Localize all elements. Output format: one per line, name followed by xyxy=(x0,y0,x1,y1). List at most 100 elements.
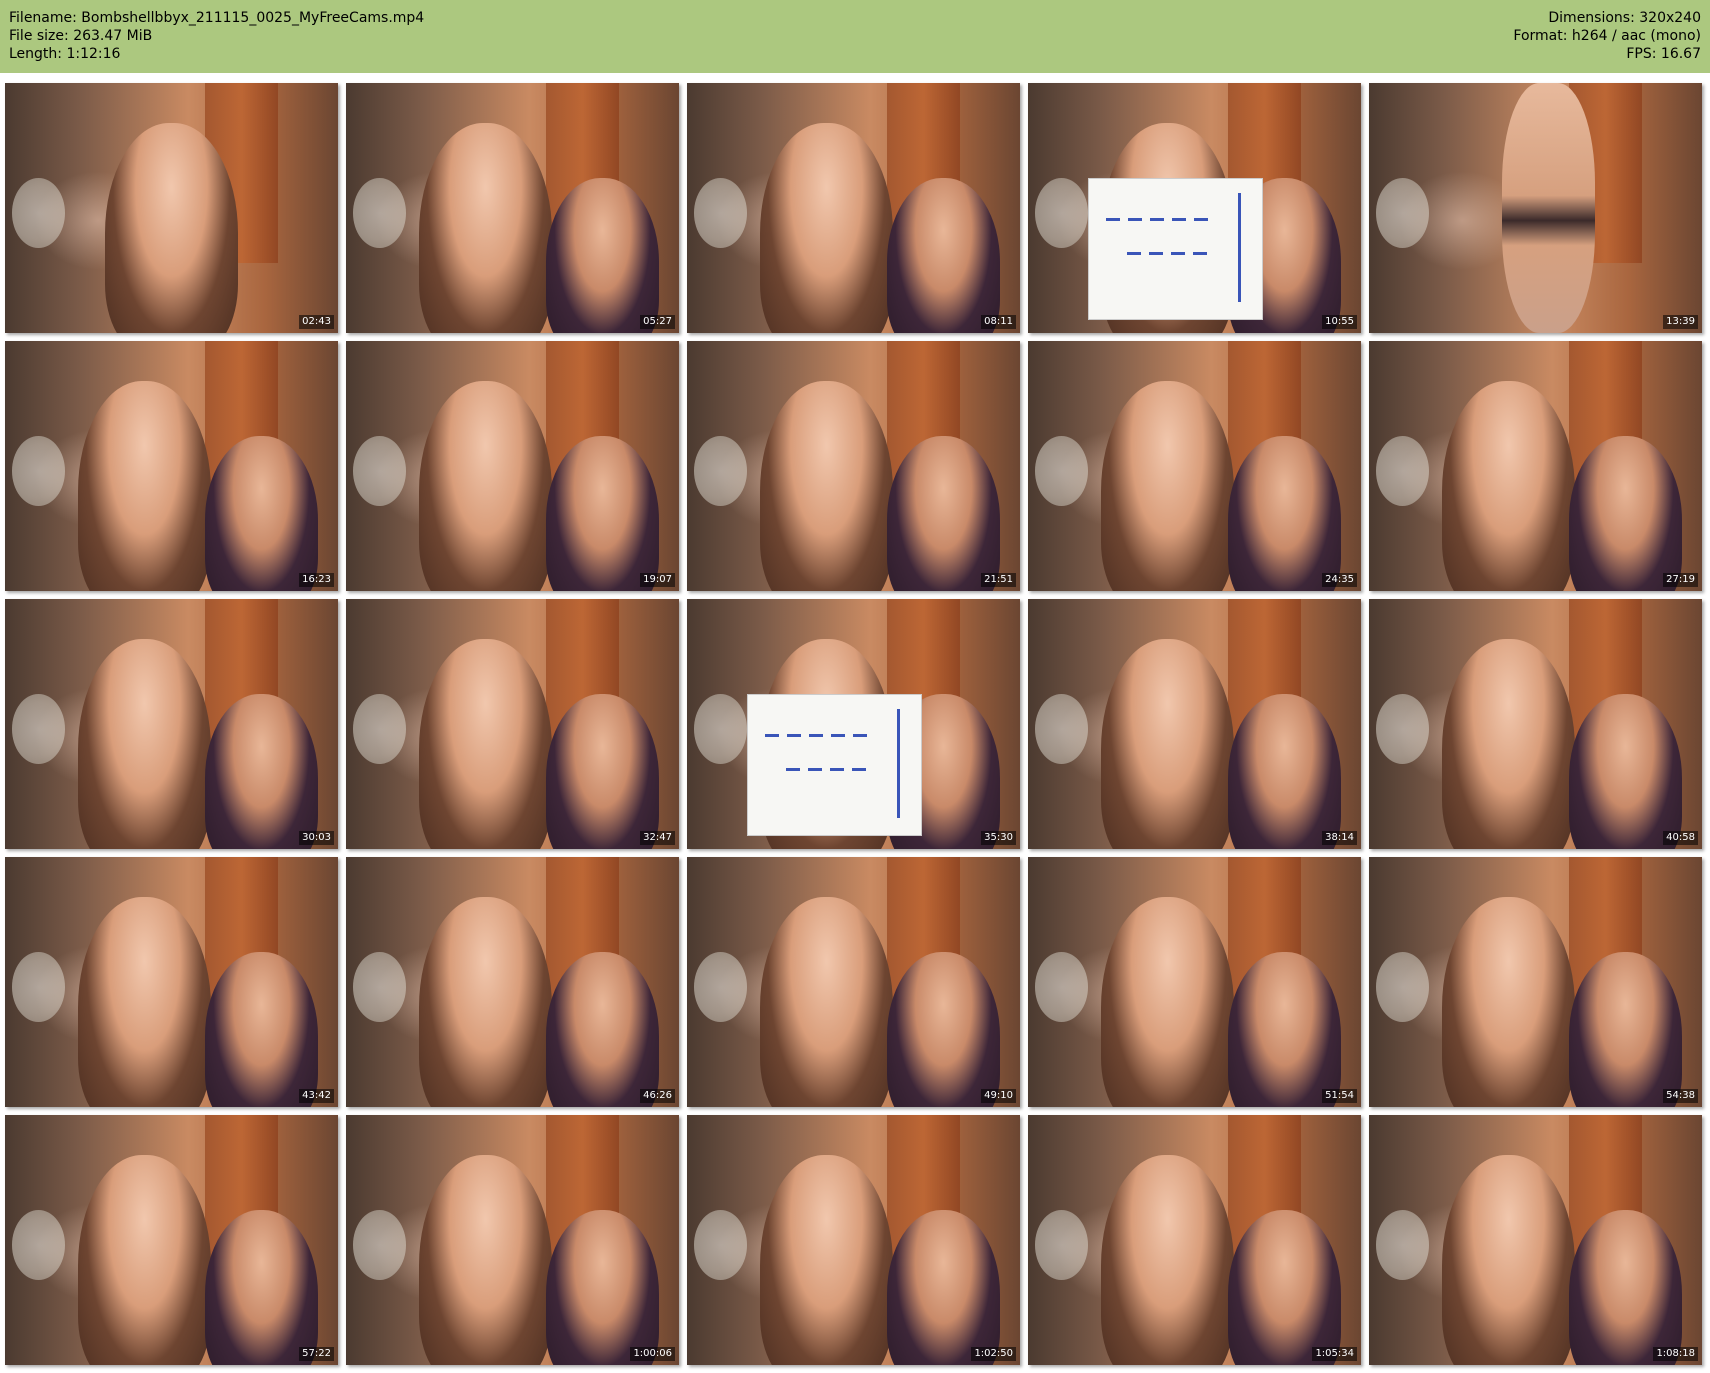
thumbnail-image xyxy=(346,1115,679,1365)
video-thumbnail[interactable]: 05:27 xyxy=(346,83,679,333)
file-info: Filename: Bombshellbbyx_211115_0025_MyFr… xyxy=(9,9,424,63)
person-figure xyxy=(760,897,894,1107)
thumbnail-image xyxy=(5,83,338,333)
thumbnail-timestamp: 51:54 xyxy=(1322,1089,1357,1103)
format-text: Format: h264 / aac (mono) xyxy=(1513,28,1701,44)
length-text: Length: 1:12:16 xyxy=(9,46,121,62)
video-thumbnail[interactable]: 51:54 xyxy=(1028,857,1361,1107)
video-thumbnail[interactable]: 43:42 xyxy=(5,857,338,1107)
video-thumbnail[interactable]: 24:35 xyxy=(1028,341,1361,591)
thumbnail-image xyxy=(1028,341,1361,591)
video-thumbnail[interactable]: 13:39 xyxy=(1369,83,1702,333)
person-figure xyxy=(204,436,319,591)
thumbnail-image xyxy=(687,599,1020,849)
person-figure xyxy=(1568,436,1683,591)
video-thumbnail[interactable]: 32:47 xyxy=(346,599,679,849)
background-fan xyxy=(693,178,747,248)
hangman-sign xyxy=(1087,178,1264,320)
person-figure xyxy=(204,952,319,1107)
thumbnail-image xyxy=(346,599,679,849)
background-fan xyxy=(11,178,65,248)
person-figure xyxy=(419,639,553,849)
video-thumbnail[interactable]: 19:07 xyxy=(346,341,679,591)
background-fan xyxy=(11,436,65,506)
thumbnail-timestamp: 19:07 xyxy=(640,573,675,587)
filename-text: Filename: Bombshellbbyx_211115_0025_MyFr… xyxy=(9,10,425,26)
person-figure xyxy=(104,123,239,333)
video-thumbnail[interactable]: 10:55 xyxy=(1028,83,1361,333)
background-fan xyxy=(1375,178,1429,248)
thumbnail-image xyxy=(687,341,1020,591)
hangman-sign xyxy=(746,694,923,836)
video-thumbnail[interactable]: 16:23 xyxy=(5,341,338,591)
background-fan xyxy=(1034,952,1088,1022)
thumbnail-image xyxy=(1369,1115,1702,1365)
background-fan xyxy=(1034,1210,1088,1280)
thumbnail-timestamp: 32:47 xyxy=(640,831,675,845)
person-figure xyxy=(886,436,1001,591)
background-fan xyxy=(693,694,747,764)
person-figure xyxy=(886,952,1001,1107)
person-figure xyxy=(545,178,660,333)
thumbnail-timestamp: 05:27 xyxy=(640,315,675,329)
sign-dashes xyxy=(1127,251,1211,255)
thumbnail-timestamp: 24:35 xyxy=(1322,573,1357,587)
video-thumbnail[interactable]: 30:03 xyxy=(5,599,338,849)
person-figure xyxy=(78,897,212,1107)
person-figure xyxy=(1442,639,1576,849)
video-thumbnail[interactable]: 38:14 xyxy=(1028,599,1361,849)
person-figure xyxy=(78,639,212,849)
video-thumbnail[interactable]: 35:30 xyxy=(687,599,1020,849)
thumbnail-image xyxy=(1028,1115,1361,1365)
video-thumbnail[interactable]: 1:05:34 xyxy=(1028,1115,1361,1365)
video-thumbnail[interactable]: 46:26 xyxy=(346,857,679,1107)
thumbnail-image xyxy=(346,341,679,591)
thumbnail-image xyxy=(1369,83,1702,333)
background-fan xyxy=(1034,178,1088,248)
video-thumbnail[interactable]: 02:43 xyxy=(5,83,338,333)
person-figure xyxy=(760,123,894,333)
video-thumbnail[interactable]: 08:11 xyxy=(687,83,1020,333)
video-thumbnail[interactable]: 1:08:18 xyxy=(1369,1115,1702,1365)
person-figure xyxy=(760,1155,894,1365)
video-thumbnail[interactable]: 1:00:06 xyxy=(346,1115,679,1365)
person-figure xyxy=(1568,694,1683,849)
person-figure xyxy=(545,694,660,849)
background-fan xyxy=(1034,436,1088,506)
person-figure xyxy=(886,1210,1001,1365)
video-thumbnail[interactable]: 49:10 xyxy=(687,857,1020,1107)
person-figure xyxy=(419,123,553,333)
video-thumbnail[interactable]: 1:02:50 xyxy=(687,1115,1020,1365)
person-figure xyxy=(1568,952,1683,1107)
sign-dashes xyxy=(765,734,873,738)
video-thumbnail[interactable]: 40:58 xyxy=(1369,599,1702,849)
thumbnail-timestamp: 16:23 xyxy=(299,573,334,587)
thumbnail-timestamp: 49:10 xyxy=(981,1089,1016,1103)
video-thumbnail[interactable]: 57:22 xyxy=(5,1115,338,1365)
person-figure xyxy=(419,381,553,591)
thumbnail-image xyxy=(687,1115,1020,1365)
person-figure xyxy=(1442,381,1576,591)
video-thumbnail[interactable]: 54:38 xyxy=(1369,857,1702,1107)
thumbnail-timestamp: 1:02:50 xyxy=(971,1347,1016,1361)
person-figure xyxy=(419,1155,553,1365)
background-fan xyxy=(352,952,406,1022)
background-fan xyxy=(352,694,406,764)
person-figure xyxy=(1101,381,1235,591)
person-figure xyxy=(1227,436,1342,591)
thumbnail-image xyxy=(1028,599,1361,849)
dimensions-text: Dimensions: 320x240 xyxy=(1548,10,1701,26)
thumbnail-timestamp: 1:08:18 xyxy=(1653,1347,1698,1361)
thumbnail-timestamp: 1:05:34 xyxy=(1312,1347,1357,1361)
person-figure xyxy=(1227,694,1342,849)
person-figure xyxy=(419,897,553,1107)
person-figure xyxy=(204,694,319,849)
sign-dashes xyxy=(786,767,870,771)
video-thumbnail[interactable]: 21:51 xyxy=(687,341,1020,591)
thumbnail-timestamp: 35:30 xyxy=(981,831,1016,845)
video-info: Dimensions: 320x240 Format: h264 / aac (… xyxy=(1513,9,1701,63)
thumbnail-timestamp: 13:39 xyxy=(1663,315,1698,329)
video-thumbnail[interactable]: 27:19 xyxy=(1369,341,1702,591)
person-figure xyxy=(545,1210,660,1365)
thumbnail-timestamp: 38:14 xyxy=(1322,831,1357,845)
